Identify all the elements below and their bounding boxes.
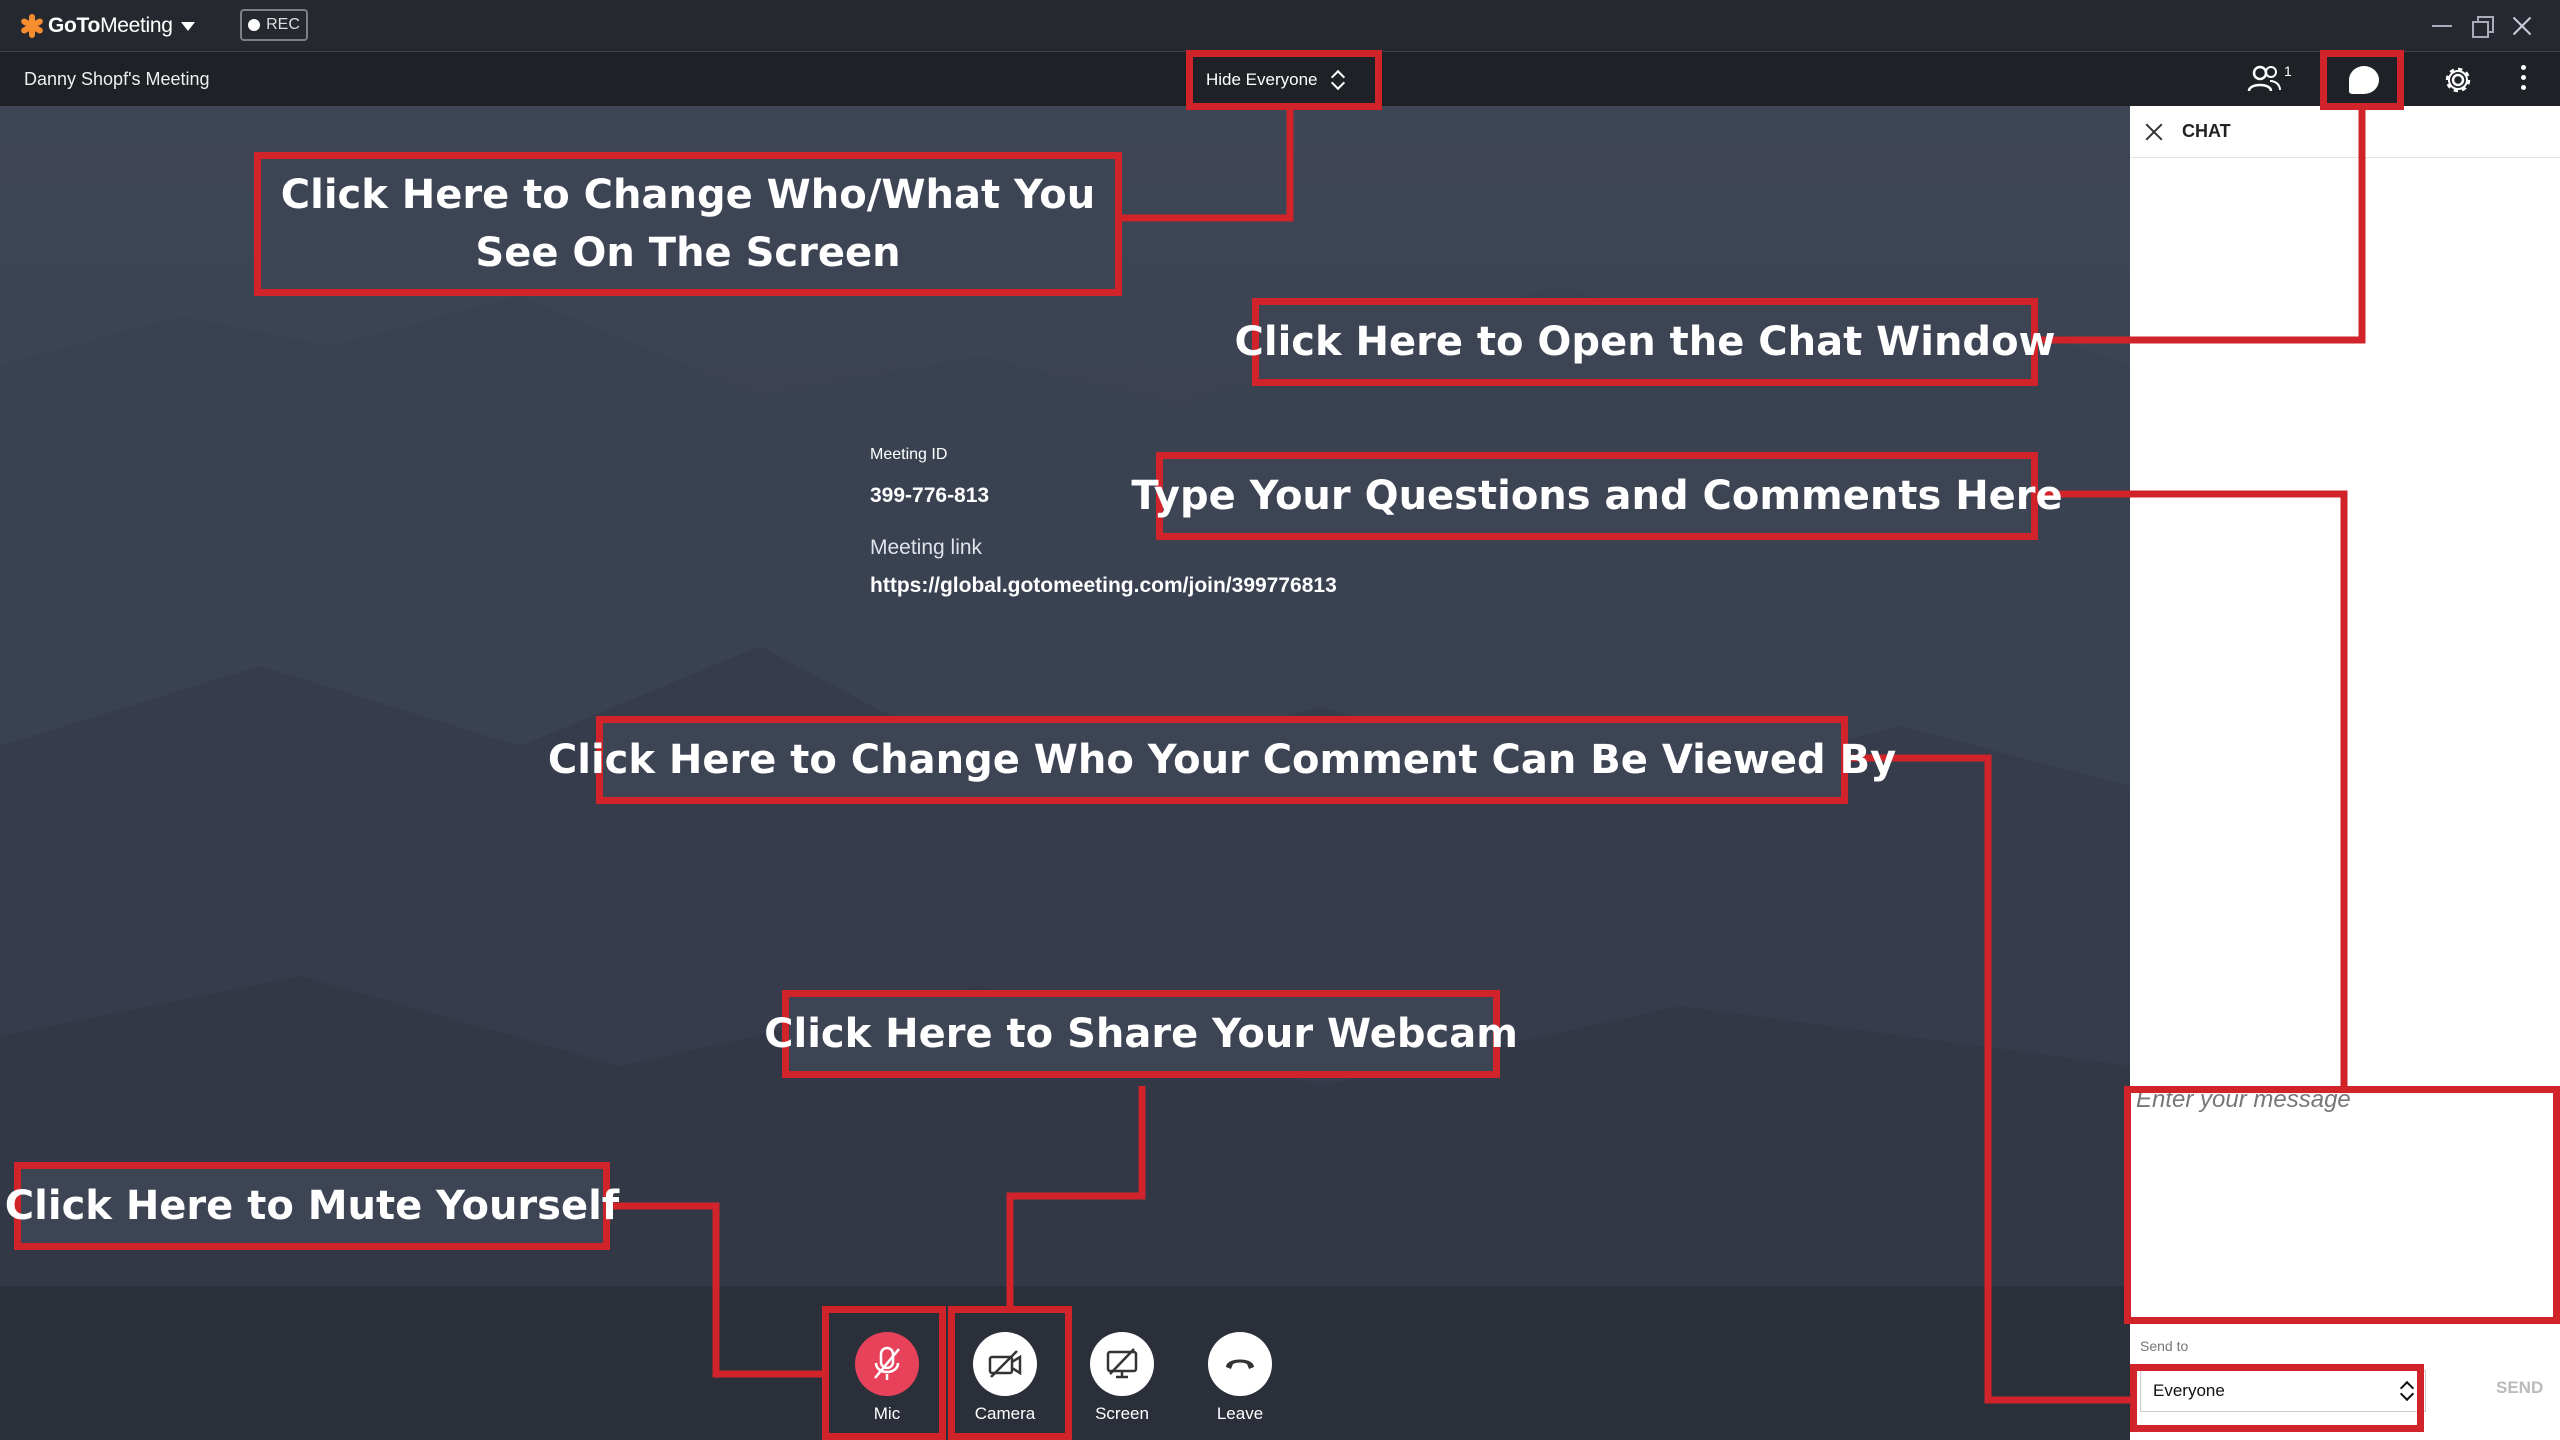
minimize-button[interactable]: [2428, 12, 2456, 40]
record-button[interactable]: REC: [240, 9, 308, 41]
close-icon[interactable]: [2144, 122, 2164, 142]
close-window-button[interactable]: [2508, 12, 2536, 40]
callout-mute: Click Here to Mute Yourself: [5, 1162, 619, 1250]
meeting-link-label: Meeting link: [870, 536, 983, 559]
meeting-link-value[interactable]: https://global.gotomeeting.com/join/3997…: [870, 574, 1337, 598]
hang-up-icon: [1208, 1332, 1272, 1396]
chevron-down-icon: [180, 21, 195, 31]
leave-label: Leave: [1216, 1404, 1264, 1423]
callout-recipient: Click Here to Change Who Your Comment Ca…: [548, 716, 1896, 804]
title-bar: GoToMeeting REC: [0, 0, 2560, 52]
screen-button[interactable]: Screen: [1087, 1332, 1157, 1436]
screen-share-off-icon: [1090, 1332, 1154, 1396]
meeting-id-value: 399-776-813: [870, 484, 990, 507]
callout-chat: Click Here to Open the Chat Window: [1235, 298, 2056, 386]
mic-highlight: [822, 1306, 946, 1440]
app-name: GoToMeeting: [48, 14, 173, 37]
restore-button[interactable]: [2468, 12, 2496, 40]
record-dot-icon: [248, 19, 261, 31]
callout-type: Type Your Questions and Comments Here: [1131, 452, 2063, 540]
leave-button[interactable]: Leave: [1205, 1332, 1275, 1436]
view-selector-highlight: [1186, 50, 1382, 110]
callout-webcam: Click Here to Share Your Webcam: [764, 990, 1518, 1078]
message-input-highlight: [2124, 1086, 2560, 1324]
send-button[interactable]: SEND: [2496, 1378, 2543, 1398]
screen-label: Screen: [1095, 1404, 1149, 1423]
more-options-icon[interactable]: [2519, 65, 2527, 93]
send-to-label: Send to: [2140, 1338, 2189, 1354]
camera-highlight: [948, 1306, 1072, 1440]
chat-button-highlight: [2320, 50, 2404, 110]
callout-view: Click Here to Change Who/What You See On…: [254, 152, 1122, 296]
chat-title: CHAT: [2182, 121, 2231, 141]
app-menu[interactable]: GoToMeeting: [20, 13, 195, 39]
gotomeeting-logo-icon: [20, 14, 44, 38]
participants-count: 1: [2284, 63, 2292, 79]
meeting-title: Danny Shopf's Meeting: [24, 69, 210, 89]
record-label: REC: [266, 16, 300, 33]
send-to-highlight: [2130, 1364, 2424, 1432]
gear-icon[interactable]: [2442, 64, 2474, 96]
chat-header: CHAT: [2130, 106, 2560, 158]
meeting-id-label: Meeting ID: [870, 446, 948, 463]
